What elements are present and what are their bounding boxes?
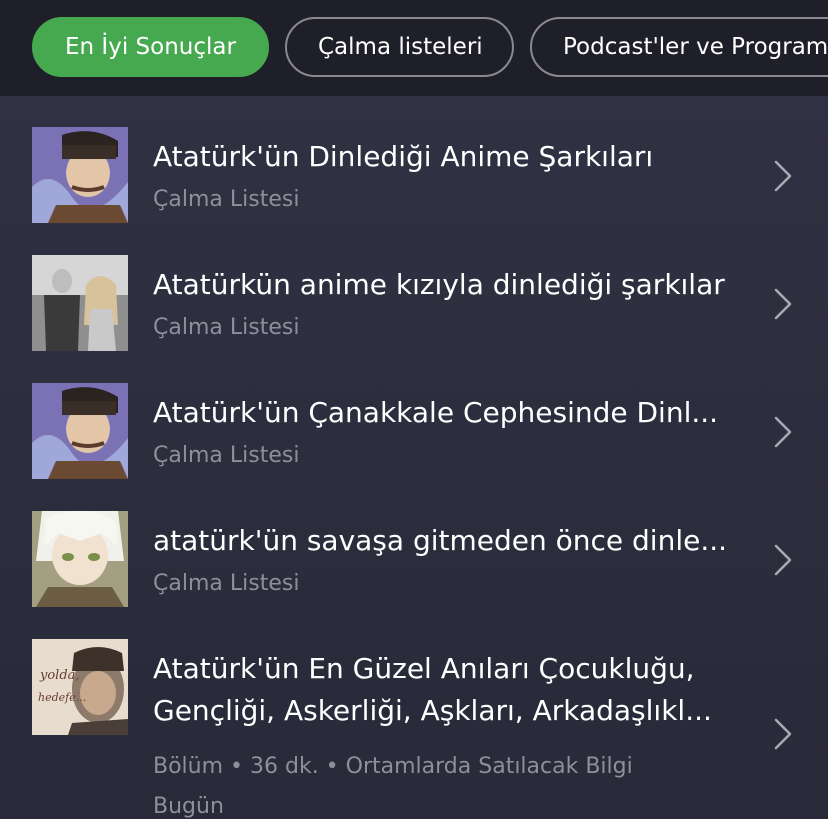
chevron-right-icon	[774, 544, 792, 576]
result-subtitle: Çalma Listesi	[153, 315, 300, 340]
filter-chip-top-results[interactable]: En İyi Sonuçlar	[32, 17, 269, 77]
episode-title-line-1: Atatürk'ün En Güzel Anıları Çocukluğu,	[153, 652, 695, 685]
result-subtitle: Çalma Listesi	[153, 443, 300, 468]
filter-bar: En İyi Sonuçlar Çalma listeleri Podcast'…	[0, 0, 828, 96]
search-results-list: Atatürk'ün Dinlediği Anime Şarkıları Çal…	[0, 96, 828, 819]
list-item[interactable]: yolda, hedefe... Atatürk'ün En Güzel Anı…	[0, 608, 828, 819]
episode-meta: Bölüm • 36 dk. • Ortamlarda Satılacak Bi…	[153, 754, 633, 779]
list-item[interactable]: atatürk'ün savaşa gitmeden önce dinle...…	[0, 480, 828, 608]
result-title: Atatürkün anime kızıyla dinlediği şarkıl…	[153, 268, 725, 301]
result-title: Atatürk'ün Çanakkale Cephesinde Dinl...	[153, 396, 719, 429]
playlist-cover-image	[32, 127, 128, 223]
playlist-cover-image	[32, 255, 128, 351]
result-title: Atatürk'ün Dinlediği Anime Şarkıları	[153, 140, 654, 173]
episode-title-line-2: Gençliği, Askerliği, Aşkları, Arkadaşlık…	[153, 694, 712, 727]
chevron-right-icon	[774, 160, 792, 192]
filter-chip-playlists[interactable]: Çalma listeleri	[285, 17, 514, 77]
svg-text:hedefe...: hedefe...	[38, 691, 86, 704]
list-item[interactable]: Atatürk'ün Çanakkale Cephesinde Dinl... …	[0, 352, 828, 480]
list-item[interactable]: Atatürk'ün Dinlediği Anime Şarkıları Çal…	[0, 96, 828, 224]
result-title: atatürk'ün savaşa gitmeden önce dinle...	[153, 524, 728, 557]
filter-chip-podcasts-and-shows[interactable]: Podcast'ler ve Programlar	[530, 17, 828, 77]
chevron-right-icon	[774, 416, 792, 448]
result-subtitle: Çalma Listesi	[153, 187, 300, 212]
episode-date: Bugün	[153, 794, 224, 819]
playlist-cover-image	[32, 383, 128, 479]
svg-text:yolda,: yolda,	[39, 668, 80, 683]
episode-cover-image: yolda, hedefe...	[32, 639, 128, 735]
result-subtitle: Çalma Listesi	[153, 571, 300, 596]
playlist-cover-image	[32, 511, 128, 607]
chevron-right-icon	[774, 718, 792, 750]
list-item[interactable]: Atatürkün anime kızıyla dinlediği şarkıl…	[0, 224, 828, 352]
chevron-right-icon	[774, 288, 792, 320]
